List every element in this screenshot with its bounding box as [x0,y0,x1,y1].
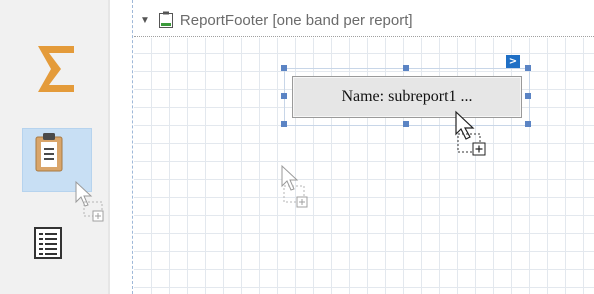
report-designer: ▼ ReportFooter [one band per report] Nam… [0,0,594,294]
band-margin-line [132,0,133,294]
panel-splitter[interactable] [108,0,110,294]
drag-copy-cursor-icon [75,180,104,222]
ghost-drag-cursor-icon [281,164,308,208]
resize-handle-bottom-left[interactable] [281,121,287,127]
resize-handle-top-left[interactable] [281,65,287,71]
resize-handle-top-right[interactable] [525,65,531,71]
collapse-arrow-icon[interactable]: ▼ [140,15,150,26]
resize-handle-top[interactable] [403,65,409,71]
band-header-divider [134,36,594,37]
drag-copy-cursor-icon [455,110,486,156]
design-surface[interactable]: ▼ ReportFooter [one band per report] Nam… [114,0,594,294]
band-title: ReportFooter [one band per report] [179,11,413,29]
resize-handle-left[interactable] [281,93,287,99]
smart-tag-icon[interactable]: > [506,55,520,68]
resize-handle-bottom-right[interactable] [525,121,531,127]
report-footer-icon [158,11,174,29]
resize-handle-right[interactable] [525,93,531,99]
resize-handle-bottom[interactable] [403,121,409,127]
sigma-icon [38,46,74,92]
toolbox-panel [0,0,109,294]
subreport-label: Name: subreport1 ... [341,88,473,105]
toolbox-item-summary[interactable] [22,38,90,100]
band-header[interactable]: ▼ ReportFooter [one band per report] [134,6,594,34]
